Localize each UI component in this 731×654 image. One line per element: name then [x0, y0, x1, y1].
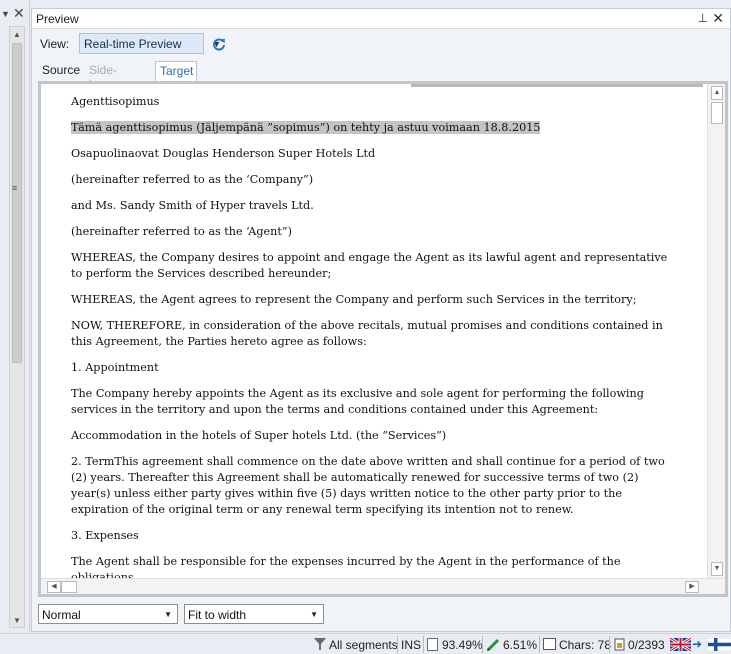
doc-paragraph: (hereinafter referred to as the ‘Agent”) [71, 225, 292, 238]
status-filter[interactable]: All segments [329, 638, 398, 652]
refresh-icon[interactable] [212, 37, 226, 51]
highlighted-text: Tämä agenttisopimus (Jäljempänä ”sopimus… [71, 121, 541, 134]
status-separator [423, 636, 424, 653]
status-chars: Chars: 78 [559, 638, 612, 652]
funnel-icon[interactable] [314, 638, 326, 651]
splitter-grip-icon[interactable]: ≡ [12, 183, 17, 193]
document-content[interactable]: Agenttisopimus Tämä agenttisopimus (Jälj… [41, 84, 703, 578]
scroll-right-icon[interactable]: ▶ [685, 581, 699, 593]
status-edit-percent: 6.51% [503, 638, 538, 652]
doc-paragraph: Agenttisopimus [71, 95, 160, 108]
doc-paragraph: Osapuolinaovat Douglas Henderson Super H… [71, 147, 376, 160]
scroll-up-icon[interactable]: ▲ [711, 86, 723, 100]
doc-horizontal-scrollbar[interactable]: ◀ ▶ [41, 578, 725, 594]
view-label: View: [40, 37, 70, 51]
doc-paragraph-highlighted[interactable]: Tämä agenttisopimus (Jäljempänä ”sopimus… [71, 120, 681, 136]
style-select-value: Normal [42, 608, 81, 622]
doc-paragraph: (hereinafter referred to as the ‘Company… [71, 173, 314, 186]
flag-gb-icon[interactable] [670, 638, 691, 651]
fit-select-value: Fit to width [188, 608, 247, 622]
tab-target[interactable]: Target [155, 61, 197, 81]
pin-icon[interactable]: ⊥ [698, 11, 708, 25]
scroll-up-icon[interactable]: ▲ [13, 30, 21, 39]
close-icon[interactable]: ✕ [712, 10, 724, 27]
scroll-down-icon[interactable]: ▼ [13, 616, 21, 625]
doc-paragraph: Accommodation in the hotels of Super hot… [71, 429, 447, 442]
doc-paragraph: 3. Expenses [71, 529, 139, 542]
status-doc-percent: 93.49% [442, 638, 483, 652]
vertical-scroll-thumb[interactable] [711, 102, 723, 124]
tab-source[interactable]: Source [38, 61, 84, 81]
pane-title: Preview [36, 12, 79, 26]
view-select[interactable]: Real-time Preview ▼ [79, 33, 221, 54]
status-separator [397, 636, 398, 653]
status-segments: 0/2393 [628, 638, 665, 652]
scroll-left-icon[interactable]: ◀ [47, 581, 61, 593]
fit-select[interactable]: Fit to width ▼ [184, 604, 324, 624]
style-select[interactable]: Normal ▼ [38, 604, 178, 624]
view-select-value: Real-time Preview [84, 37, 182, 51]
left-close-icon[interactable]: ✕ [13, 6, 25, 20]
doc-paragraph: WHEREAS, the Agent agrees to represent t… [71, 293, 637, 306]
page-icon [427, 638, 438, 651]
doc-paragraph: 2. TermThis agreement shall commence on … [71, 455, 665, 516]
tab-side-by-side: Side-by-side [89, 63, 118, 105]
collapse-arrow-icon[interactable]: ▼ [1, 9, 10, 19]
left-panel-strip: ▼ ✕ ▲ ▼ ≡ [0, 0, 30, 632]
pen-icon [486, 638, 500, 652]
doc-paragraph: WHEREAS, the Company desires to appoint … [71, 251, 668, 280]
status-separator [609, 636, 610, 653]
left-scroll-thumb[interactable] [12, 43, 22, 363]
doc-paragraph: The Company hereby appoints the Agent as… [71, 387, 644, 416]
doc-paragraph: The Agent shall be responsible for the e… [71, 555, 621, 578]
doc-vertical-scrollbar[interactable]: ▲ ▼ [707, 84, 725, 578]
chevron-down-icon[interactable]: ▼ [310, 610, 318, 619]
status-separator [482, 636, 483, 653]
chars-icon [543, 638, 556, 650]
horizontal-scroll-thumb[interactable] [61, 581, 77, 593]
doc-paragraph: and Ms. Sandy Smith of Hyper travels Ltd… [71, 199, 314, 212]
flag-fi-icon[interactable] [708, 638, 731, 651]
scroll-down-icon[interactable]: ▼ [711, 562, 723, 576]
left-scrollbar[interactable]: ▲ ▼ [9, 26, 25, 628]
preview-pane: Preview ⊥ ✕ View: Real-time Preview ▼ So… [31, 8, 731, 632]
chevron-down-icon[interactable]: ▼ [164, 610, 172, 619]
arrow-right-icon: ➜ [692, 637, 703, 651]
pane-header: Preview ⊥ ✕ [32, 9, 730, 29]
lock-icon [614, 638, 625, 651]
status-separator [539, 636, 540, 653]
doc-paragraph: 1. Appointment [71, 361, 159, 374]
status-bar: All segments INS 93.49% 6.51% Chars: 78 … [0, 633, 731, 654]
top-marker [411, 84, 703, 87]
status-mode[interactable]: INS [401, 638, 421, 652]
doc-paragraph: NOW, THEREFORE, in consideration of the … [71, 319, 663, 348]
document-frame: Agenttisopimus Tämä agenttisopimus (Jälj… [38, 81, 728, 597]
